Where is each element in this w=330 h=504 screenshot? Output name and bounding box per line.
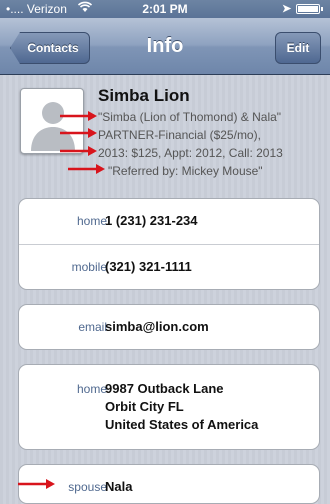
phone-value[interactable]: (321) 321-1111 [105,258,192,275]
field-label: email [78,320,107,334]
spouse-value[interactable]: Nala [105,478,132,495]
contact-name: Simba Lion [98,86,190,105]
navigation-bar: Contacts Info Edit [0,18,330,75]
contact-note-line: "Referred by: Mickey Mouse" [108,164,263,178]
annotation-arrow-icon [18,479,55,489]
battery-icon [296,4,323,14]
address-line: Orbit City FL [105,399,184,414]
annotation-arrow-icon [60,111,97,121]
status-time: 2:01 PM [142,2,188,16]
contact-note-line: PARTNER-Financial ($25/mo), [98,128,261,142]
annotation-arrow-icon [68,164,105,174]
person-placeholder-icon [31,102,75,151]
field-label: home [76,214,107,228]
location-arrow-icon: ➤ [282,3,292,15]
phone-row-home[interactable]: home 1 (231) 231-234 [19,199,319,245]
phone-row-mobile[interactable]: mobile (321) 321-1111 [19,245,319,291]
email-card[interactable]: email simba@lion.com [18,304,320,350]
email-value[interactable]: simba@lion.com [105,318,209,335]
address-line: 9987 Outback Lane [105,381,224,396]
phone-value[interactable]: 1 (231) 231-234 [105,212,198,229]
related-people-card[interactable]: spouse Nala [18,464,320,504]
annotation-arrow-icon [60,128,97,138]
address-line: United States of America [105,417,259,432]
field-label: mobile [71,260,107,274]
edit-button[interactable]: Edit [275,32,321,64]
address-card[interactable]: home 9987 Outback Lane Orbit City FL Uni… [18,364,320,450]
contact-note-line: "Simba (Lion of Thomond) & Nala" [98,110,282,124]
field-label: home [76,382,107,396]
phone-numbers-card: home 1 (231) 231-234 mobile (321) 321-11… [18,198,320,290]
annotation-arrow-icon [60,146,97,156]
contact-note-line: 2013: $125, Appt: 2012, Call: 2013 [98,146,283,160]
status-bar: •.... Verizon 2:01 PM ➤ [0,0,330,18]
